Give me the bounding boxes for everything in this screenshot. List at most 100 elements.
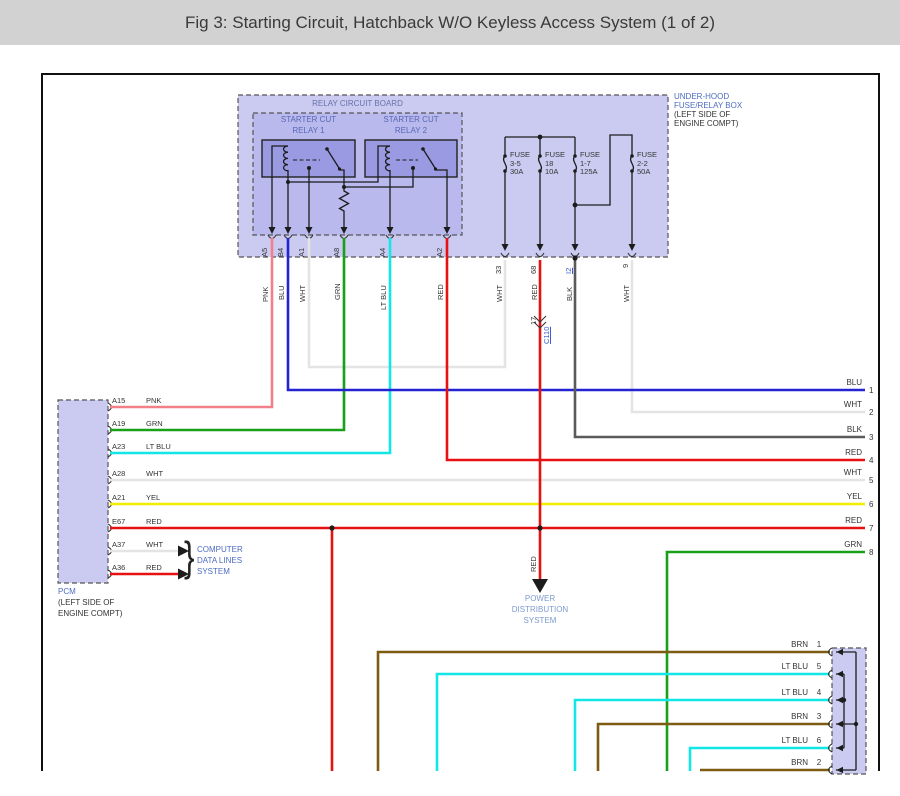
c110-link[interactable]: C110: [542, 327, 551, 344]
wire-pnk-a5-a15: [110, 238, 274, 409]
fusebox-label-line4: ENGINE COMPT): [674, 119, 739, 128]
relay-pin-a2: A2: [435, 247, 444, 257]
relay2-label-line2: RELAY 2: [394, 126, 428, 135]
relay2-label-line1: STARTER CUT: [383, 115, 439, 124]
relay-pin-b4: B4: [276, 247, 285, 257]
wiring-diagram-page: Fig 3: Starting Circuit, Hatchback W/O K…: [0, 0, 900, 796]
power-dist-line1: POWER: [524, 594, 556, 603]
fuse4-rating: 50A: [637, 167, 651, 176]
wire-label-blu: BLU: [277, 285, 286, 300]
pcm-box: [57, 399, 109, 584]
pcm-pin-a36: A36: [112, 563, 126, 572]
relay1-label-line1: STARTER CUT: [280, 115, 337, 124]
pcm-wire-a21: YEL: [146, 493, 161, 502]
fuse1-title: FUSE: [510, 150, 531, 159]
wire-label-red-a2: RED: [436, 284, 445, 300]
relay-pin-a8: A8: [332, 247, 341, 257]
wire-blk-fuse: [573, 260, 865, 439]
pcm-label-line3: ENGINE COMPT): [58, 609, 123, 618]
pcm-pin-a23: A23: [112, 442, 126, 451]
computer-data-line1: COMPUTER: [197, 545, 243, 554]
right-wire-3-label: BLK: [846, 425, 862, 434]
bottom-wire-2-num: 2: [816, 758, 822, 767]
fuse-pin-68: 68: [529, 265, 538, 274]
pcm-pin-e67: E67: [112, 517, 126, 526]
power-dist-line3: SYSTEM: [523, 616, 557, 625]
bottom-wire-6-label: LT BLU: [781, 736, 808, 745]
wire-label-blk-fuse3: BLK: [565, 286, 574, 301]
right-wire-6-label: YEL: [846, 492, 862, 501]
pcm-pin-a21: A21: [112, 493, 126, 502]
right-wire-1-label: BLU: [846, 378, 862, 387]
bottom-wire-4-label: LT BLU: [781, 688, 808, 697]
pcm-wire-a19: GRN: [146, 419, 163, 428]
bottom-wire-1-num: 1: [816, 640, 822, 649]
right-wire-4-label: RED: [845, 448, 862, 457]
wire-label-wht-fuse4: WHT: [622, 284, 631, 302]
power-distribution-arrow: [532, 579, 548, 593]
right-wire-1-num: 1: [869, 386, 874, 395]
fusebox-label-line2: FUSE/RELAY BOX: [674, 101, 743, 110]
relay-pin-a4: A4: [378, 247, 387, 257]
wire-label-grn: GRN: [333, 283, 342, 300]
right-wire-4-num: 4: [869, 456, 874, 465]
fuse-pin-9: 9: [621, 263, 630, 268]
bottom-connector-box: [831, 647, 867, 775]
c110-pin: 17: [529, 316, 538, 325]
pcm-wire-e67: RED: [146, 517, 162, 526]
fuse-pin-i2-link[interactable]: I2: [564, 268, 573, 274]
wire-label-wht-fuse1: WHT: [495, 284, 504, 302]
fusebox-label-line1: UNDER-HOOD: [674, 92, 730, 101]
bottom-wire-5-label: LT BLU: [781, 662, 808, 671]
relay-pin-a5: A5: [260, 247, 269, 257]
pcm-wire-a37: WHT: [146, 540, 164, 549]
fuse3-rating: 125A: [580, 167, 598, 176]
fuse1-rating: 30A: [510, 167, 524, 176]
pcm-pin-a28: A28: [112, 469, 126, 478]
wire-label-ltblu: LT BLU: [379, 285, 388, 310]
bottom-wire-2-label: BRN: [791, 758, 808, 767]
wire-label-red-fuse2: RED: [530, 284, 539, 300]
relay-board-title: RELAY CIRCUIT BOARD: [312, 99, 403, 108]
pcm-pin-a37: A37: [112, 540, 126, 549]
power-dist-line2: DISTRIBUTION: [511, 605, 569, 614]
pcm-wire-a28: WHT: [146, 469, 164, 478]
fuse2-rating: 10A: [545, 167, 559, 176]
fuse2-title: FUSE: [545, 150, 566, 159]
relay-pin-a1: A1: [297, 247, 306, 257]
right-wire-7-num: 7: [869, 524, 874, 533]
pcm-label-line2: (LEFT SIDE OF: [58, 598, 115, 607]
right-wire-8-label: GRN: [844, 540, 862, 549]
right-wire-7-label: RED: [845, 516, 862, 525]
fusebox-label-line3: (LEFT SIDE OF: [674, 110, 731, 119]
relay1-label-line2: RELAY 1: [292, 126, 325, 135]
computer-data-line3: SYSTEM: [197, 567, 230, 576]
right-wire-3-num: 3: [869, 433, 874, 442]
pcm-wire-a23: LT BLU: [146, 442, 171, 451]
right-wire-8-num: 8: [869, 548, 874, 557]
pcm-pin-a19: A19: [112, 419, 126, 428]
pcm-wire-a15: PNK: [146, 396, 162, 405]
bottom-wire-6-num: 6: [816, 736, 822, 745]
pcm-pin-a15: A15: [112, 396, 126, 405]
right-wire-2-label: WHT: [843, 400, 862, 409]
bottom-wire-3-label: BRN: [791, 712, 808, 721]
computer-data-brace: }: [184, 533, 195, 580]
pcm-label: PCM: [58, 587, 76, 596]
right-wire-5-num: 5: [869, 476, 874, 485]
wire-label-wht-a1: WHT: [298, 284, 307, 302]
fuse-pin-33: 33: [494, 265, 503, 274]
wire-label-red-lower: RED: [529, 556, 538, 572]
computer-data-line2: DATA LINES: [197, 556, 243, 565]
bottom-wire-3-num: 3: [816, 712, 822, 721]
wire-label-pnk: PNK: [261, 286, 270, 302]
right-wire-6-num: 6: [869, 500, 874, 509]
bottom-wire-4-num: 4: [816, 688, 822, 697]
bottom-wire-5-num: 5: [816, 662, 822, 671]
right-wire-5-label: WHT: [843, 468, 862, 477]
bottom-wire-1-label: BRN: [791, 640, 808, 649]
fuse3-title: FUSE: [580, 150, 601, 159]
pcm-wire-a36: RED: [146, 563, 162, 572]
right-wire-2-num: 2: [869, 408, 874, 417]
fuse4-title: FUSE: [637, 150, 658, 159]
